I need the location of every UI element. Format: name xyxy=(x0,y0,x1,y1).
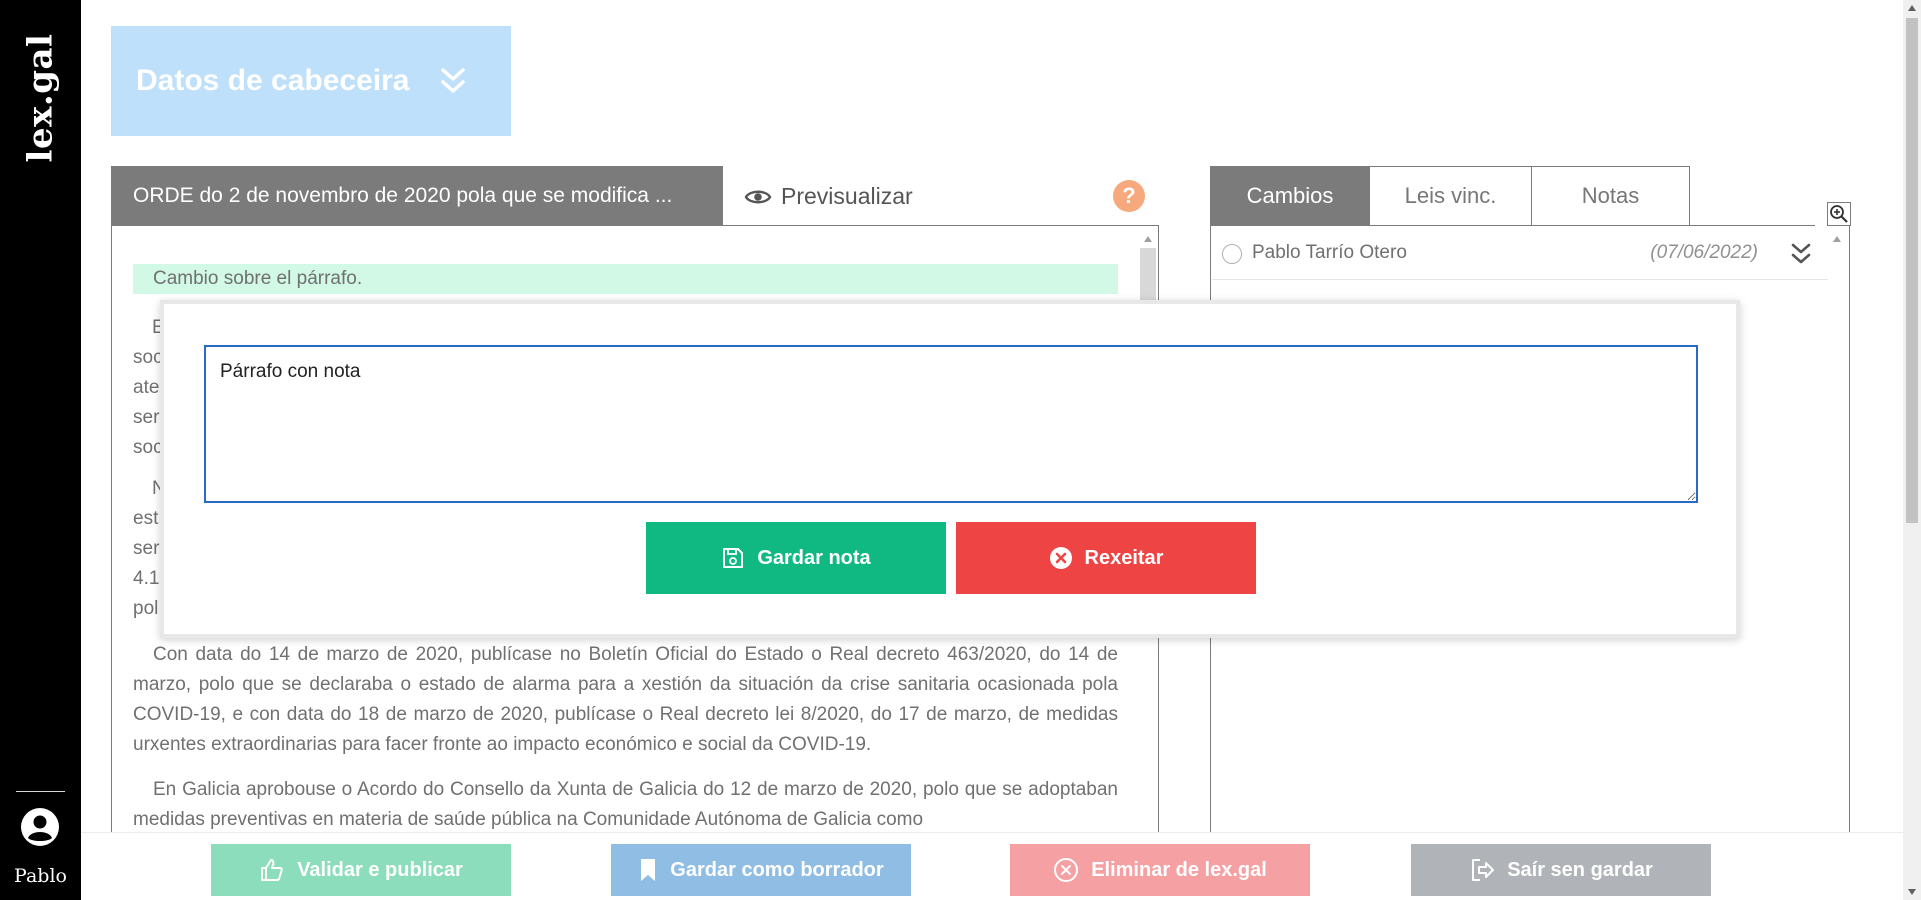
tab-changes[interactable]: Cambios xyxy=(1210,166,1370,226)
header-title: Datos de cabeceira xyxy=(136,64,410,97)
validate-publish-label: Validar e publicar xyxy=(297,858,463,881)
logo[interactable]: lex.gal xyxy=(0,28,81,168)
save-draft-button[interactable]: Gardar como borrador xyxy=(611,844,911,896)
sidebar-divider xyxy=(16,791,65,792)
thumbs-up-icon xyxy=(261,859,283,881)
tab-notes[interactable]: Notas xyxy=(1531,166,1690,226)
zoom-in-icon[interactable] xyxy=(1827,202,1851,226)
note-textarea[interactable] xyxy=(204,345,1698,503)
text-fragment: pol xyxy=(133,598,159,619)
preview-label: Previsualizar xyxy=(781,183,913,209)
floppy-disk-icon xyxy=(723,548,744,568)
save-draft-label: Gardar como borrador xyxy=(670,858,884,881)
scroll-thumb[interactable] xyxy=(1906,18,1918,523)
change-user: Pablo Tarrío Otero xyxy=(1252,242,1407,263)
text-fragment: ser xyxy=(133,538,160,559)
changes-scrollbar[interactable] xyxy=(1829,232,1845,832)
user-circle-icon[interactable] xyxy=(20,807,60,847)
tab-linked-laws[interactable]: Leis vinc. xyxy=(1369,166,1532,226)
document-paragraph: Con data do 14 de marzo de 2020, publíca… xyxy=(133,644,1118,755)
changes-panel-top-border xyxy=(1210,225,1815,226)
change-radio[interactable] xyxy=(1222,244,1242,264)
sidebar: lex.gal Pablo xyxy=(0,0,81,900)
change-item[interactable]: Pablo Tarrío Otero (07/06/2022) xyxy=(1212,236,1828,280)
header-data-toggle[interactable]: Datos de cabeceira xyxy=(111,26,511,136)
user-name[interactable]: Pablo xyxy=(0,865,81,887)
save-note-button[interactable]: Gardar nota xyxy=(646,522,946,594)
scroll-up-icon[interactable] xyxy=(1833,236,1841,242)
scroll-down-icon[interactable] xyxy=(1908,889,1916,895)
text-fragment: soc xyxy=(133,347,163,368)
scroll-up-icon[interactable] xyxy=(1908,5,1916,11)
preview-button[interactable]: Previsualizar xyxy=(744,183,913,210)
reject-button[interactable]: Rexeitar xyxy=(956,522,1256,594)
double-chevron-down-icon xyxy=(441,68,466,93)
help-icon[interactable]: ? xyxy=(1113,180,1145,212)
delete-button[interactable]: Eliminar de lex.gal xyxy=(1010,844,1310,896)
eye-icon xyxy=(744,190,772,203)
text-fragment: 4.1 xyxy=(133,568,160,589)
validate-publish-button[interactable]: Validar e publicar xyxy=(211,844,511,896)
x-circle-icon xyxy=(1049,547,1072,569)
text-fragment: ate xyxy=(133,377,160,398)
text-fragment: ser xyxy=(133,407,160,428)
text-fragment: est xyxy=(133,508,159,529)
delete-label: Eliminar de lex.gal xyxy=(1091,858,1267,881)
document-title: ORDE do 2 de novembro de 2020 pola que s… xyxy=(133,184,673,207)
logo-text: lex.gal xyxy=(20,33,61,163)
exit-without-saving-label: Saír sen gardar xyxy=(1507,858,1653,881)
reject-label: Rexeitar xyxy=(1084,546,1164,569)
text-fragment: soc xyxy=(133,437,163,458)
right-panel-tabs: Cambios Leis vinc. Notas xyxy=(1210,166,1690,226)
save-note-label: Gardar nota xyxy=(757,546,871,569)
bottom-action-bar: Validar e publicar Gardar como borrador … xyxy=(81,832,1903,900)
document-tab[interactable]: ORDE do 2 de novembro de 2020 pola que s… xyxy=(111,166,723,226)
scroll-up-icon[interactable] xyxy=(1144,236,1152,242)
note-modal: Gardar nota Rexeitar xyxy=(160,300,1740,638)
page-scrollbar[interactable] xyxy=(1903,0,1921,900)
change-note: Cambio sobre el párrafo. xyxy=(133,264,1118,294)
change-date: (07/06/2022) xyxy=(1650,242,1758,263)
double-chevron-down-icon[interactable] xyxy=(1790,242,1812,266)
sign-out-icon xyxy=(1472,859,1495,881)
exit-without-saving-button[interactable]: Saír sen gardar xyxy=(1411,844,1711,896)
document-paragraph: En Galicia aprobouse o Acordo do Consell… xyxy=(133,779,1118,830)
x-circle-icon xyxy=(1054,858,1079,882)
bookmark-icon xyxy=(641,859,656,881)
